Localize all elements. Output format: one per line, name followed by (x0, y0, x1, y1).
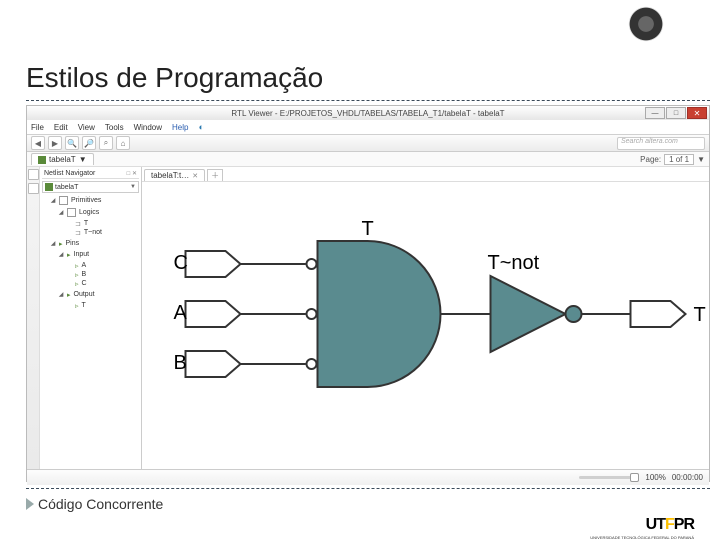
divider-top (26, 100, 710, 101)
menubar: File Edit View Tools Window Help ◐ (27, 120, 709, 135)
tree-item[interactable]: ▹C (66, 279, 139, 288)
tree-logics[interactable]: ◢Logics (58, 207, 139, 217)
window-title: RTL Viewer - E:/PROJETOS_VHDL/TABELAS/TA… (231, 109, 504, 118)
tree-item[interactable]: ▹B (66, 270, 139, 279)
tree-pins[interactable]: ◢▸Pins (50, 239, 139, 248)
schematic-svg: C A B T (142, 181, 709, 469)
slide-footer: Código Concorrente (26, 496, 163, 512)
menu-file[interactable]: File (31, 123, 44, 132)
zoom-level: 100% (645, 473, 665, 482)
input-b-label: B (174, 352, 187, 374)
rail-button[interactable] (28, 183, 39, 194)
status-coords: 00:00:00 (672, 473, 703, 482)
chevron-down-icon: ▼ (697, 155, 705, 164)
schematic-canvas[interactable]: tabelaT:t…✕ ＋ C A B (142, 167, 709, 469)
titlebar: RTL Viewer - E:/PROJETOS_VHDL/TABELAS/TA… (27, 106, 709, 120)
statusbar: 100% 00:00:00 (27, 469, 709, 485)
tree-item[interactable]: ▹T (66, 301, 139, 310)
toolbar: ◀ ▶ 🔍 🔎 ⌕ ⌂ Search altera.com (27, 135, 709, 152)
sidebar: Netlist Navigator□ ✕ tabelaT ▼ ◢Primitiv… (27, 167, 142, 469)
tree-input[interactable]: ◢▸Input (58, 250, 139, 259)
nav-fwd-button[interactable]: ▶ (48, 136, 62, 150)
tree-item[interactable]: ▹A (66, 261, 139, 270)
menu-view[interactable]: View (78, 123, 95, 132)
utfpr-logo: UTFPR (646, 516, 694, 534)
rail-button[interactable] (28, 169, 39, 180)
find-button[interactable]: ⌕ (99, 136, 113, 150)
help-icon[interactable]: ◐ (198, 122, 203, 132)
zoom-slider[interactable] (579, 476, 639, 479)
minimize-button[interactable]: — (645, 107, 665, 119)
chevron-down-icon: ▼ (79, 155, 87, 164)
output-label: T (694, 304, 706, 326)
panel-controls[interactable]: □ ✕ (127, 170, 137, 177)
close-button[interactable]: ✕ (687, 107, 707, 119)
input-c-label: C (174, 252, 188, 274)
divider-bottom (26, 488, 710, 489)
triangle-icon (26, 498, 34, 510)
subbar: tabelaT ▼ Page: 1 of 1 ▼ (27, 152, 709, 167)
menu-help[interactable]: Help (172, 123, 188, 132)
gear-logo (616, 0, 676, 54)
nav-back-button[interactable]: ◀ (31, 136, 45, 150)
search-input[interactable]: Search altera.com (617, 137, 705, 150)
tree-primitives[interactable]: ◢Primitives (50, 195, 139, 205)
netlist-navigator: Netlist Navigator□ ✕ tabelaT ▼ ◢Primitiv… (40, 167, 141, 469)
tree-output[interactable]: ◢▸Output (58, 290, 139, 299)
entity-icon (38, 156, 46, 164)
combo-entity[interactable]: tabelaT ▼ (31, 153, 94, 165)
menu-tools[interactable]: Tools (105, 123, 124, 132)
app-window: RTL Viewer - E:/PROJETOS_VHDL/TABELAS/TA… (26, 105, 710, 482)
maximize-button[interactable]: □ (666, 107, 686, 119)
page-selector[interactable]: Page: 1 of 1 ▼ (640, 154, 705, 165)
sidebar-rail (27, 167, 40, 469)
close-icon[interactable]: ✕ (192, 172, 198, 180)
zoom-in-button[interactable]: 🔍 (65, 136, 79, 150)
tree-item[interactable]: ⊐T~not (66, 228, 139, 237)
menu-window[interactable]: Window (134, 123, 162, 132)
chevron-down-icon: ▼ (130, 184, 136, 190)
entity-dropdown[interactable]: tabelaT ▼ (42, 181, 139, 193)
zoom-out-button[interactable]: 🔎 (82, 136, 96, 150)
menu-edit[interactable]: Edit (54, 123, 68, 132)
entity-icon (45, 183, 53, 191)
canvas-tab[interactable]: tabelaT:t…✕ (144, 169, 205, 181)
slide-title: Estilos de Programação (26, 62, 323, 94)
home-button[interactable]: ⌂ (116, 136, 130, 150)
and-gate-label: T (362, 218, 374, 240)
new-tab-button[interactable]: ＋ (207, 169, 223, 181)
not-gate-label: T~not (488, 252, 540, 274)
tree-item[interactable]: ⊐T (66, 219, 139, 228)
utfpr-subtitle: UNIVERSIDADE TECNOLÓGICA FEDERAL DO PARA… (590, 535, 694, 540)
input-a-label: A (174, 302, 188, 324)
